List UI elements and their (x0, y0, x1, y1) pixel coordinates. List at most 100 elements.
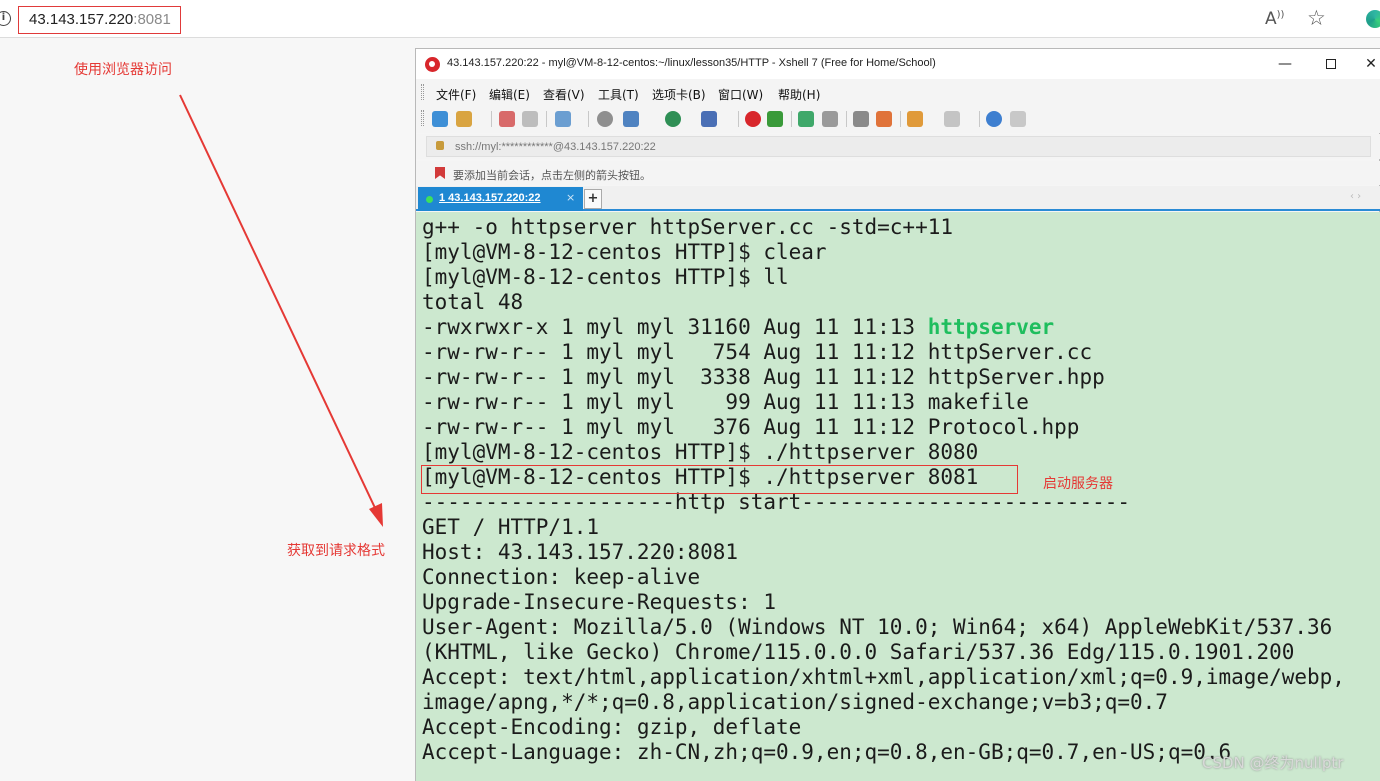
lock-icon (436, 141, 444, 150)
favorite-icon[interactable]: ☆ (1307, 6, 1326, 30)
hint-text: 要添加当前会话，点击左侧的箭头按钮。 (453, 169, 651, 182)
menu-file[interactable]: 文件(F) (436, 86, 476, 103)
toolbar-separator (738, 111, 739, 127)
start-server-note: 启动服务器 (1043, 476, 1113, 492)
lock-screen-icon[interactable] (822, 111, 838, 127)
title-bar: 43.143.157.220:22 - myl@VM-8-12-centos:~… (416, 49, 1380, 79)
terminal-line: Accept-Encoding: gzip, deflate (422, 715, 801, 740)
menu-bar: 文件(F) 编辑(E) 查看(V) 工具(T) 选项卡(B) 窗口(W) 帮助(… (416, 79, 1380, 105)
terminal-line-text: Upgrade-Insecure-Requests: 1 (422, 590, 777, 614)
menu-edit[interactable]: 编辑(E) (489, 86, 530, 103)
tab-scroll-arrows[interactable]: ‹ › (1350, 191, 1361, 202)
font-icon[interactable] (701, 111, 717, 127)
terminal-line-text: g++ -o httpserver httpServer.cc -std=c++… (422, 215, 954, 239)
split-view-icon[interactable] (944, 111, 960, 127)
properties-icon[interactable] (555, 111, 571, 127)
toolbar (416, 105, 1380, 133)
server-command-highlight (421, 465, 1018, 494)
url-port: :8081 (133, 11, 171, 28)
session-address: ssh://myl:************@43.143.157.220:22 (455, 141, 656, 153)
terminal-line: image/apng,*/*;q=0.8,application/signed-… (422, 690, 1168, 715)
terminal-line-text: User-Agent: Mozilla/5.0 (Windows NT 10.0… (422, 615, 1333, 639)
add-folder-icon[interactable] (907, 111, 923, 127)
watermark: CSDN @终为nullptr (1202, 754, 1344, 772)
help-icon[interactable] (986, 111, 1002, 127)
request-format-note: 获取到请求格式 (287, 543, 385, 559)
bookmark-icon[interactable] (435, 167, 445, 179)
terminal-line: [myl@VM-8-12-centos HTTP]$ clear (422, 240, 827, 265)
terminal-line: (KHTML, like Gecko) Chrome/115.0.0.0 Saf… (422, 640, 1294, 665)
menu-tabs[interactable]: 选项卡(B) (652, 86, 706, 103)
executable-filename: httpserver (927, 315, 1055, 339)
layout-icon[interactable] (623, 111, 639, 127)
open-folder-icon[interactable] (456, 111, 472, 127)
terminal-line: [myl@VM-8-12-centos HTTP]$ ./httpserver … (422, 440, 978, 465)
terminal-line: total 48 (422, 290, 523, 315)
globe-icon[interactable] (665, 111, 681, 127)
menu-tools[interactable]: 工具(T) (598, 86, 639, 103)
toolbar-grip (421, 110, 424, 126)
xshell-window: 43.143.157.220:22 - myl@VM-8-12-centos:~… (415, 48, 1380, 781)
toolbar-separator (546, 111, 547, 127)
menu-grip (421, 84, 424, 100)
menu-window[interactable]: 窗口(W) (718, 86, 763, 103)
read-aloud-icon[interactable]: A)) (1265, 9, 1284, 29)
session-address-field[interactable]: ssh://myl:************@43.143.157.220:22 (426, 136, 1371, 157)
keyboard-icon[interactable] (853, 111, 869, 127)
fullscreen-icon[interactable] (798, 111, 814, 127)
terminal-line: -rw-rw-r-- 1 myl myl 99 Aug 11 11:13 mak… (422, 390, 1029, 415)
terminal-line-text: [myl@VM-8-12-centos HTTP]$ ./httpserver … (422, 440, 979, 464)
toolbar-separator (588, 111, 589, 127)
maximize-button[interactable] (1316, 53, 1346, 75)
terminal-line-text: Accept-Encoding: gzip, deflate (422, 715, 802, 739)
terminal-line: [myl@VM-8-12-centos HTTP]$ ll (422, 265, 789, 290)
terminal-line: User-Agent: Mozilla/5.0 (Windows NT 10.0… (422, 615, 1332, 640)
minimize-button[interactable]: — (1270, 53, 1300, 75)
terminal-line-text: GET / HTTP/1.1 (422, 515, 600, 539)
browser-access-note: 使用浏览器访问 (74, 62, 172, 78)
session-tab[interactable]: 1 43.143.157.220:22 × (418, 187, 583, 211)
toolbar-separator (791, 111, 792, 127)
reconnect-icon[interactable] (522, 111, 538, 127)
xshell-icon[interactable] (745, 111, 761, 127)
new-session-icon[interactable] (432, 111, 448, 127)
menu-help[interactable]: 帮助(H) (778, 86, 820, 103)
toolbar-separator (979, 111, 980, 127)
highlight-icon[interactable] (876, 111, 892, 127)
toolbar-separator (491, 111, 492, 127)
terminal-line-text: -rw-rw-r-- 1 myl myl 754 Aug 11 11:12 ht… (422, 340, 1093, 364)
close-button[interactable]: ✕ (1356, 53, 1380, 75)
add-tab-button[interactable]: + (584, 189, 602, 209)
tab-bar: 1 43.143.157.220:22 × + ‹ › (416, 186, 1380, 211)
terminal-line-text: Connection: keep-alive (422, 565, 701, 589)
terminal-line-text: Accept-Language: zh-CN,zh;q=0.9,en;q=0.8… (422, 740, 1232, 764)
terminal-line-text: Host: 43.143.157.220:8081 (422, 540, 739, 564)
menu-view[interactable]: 查看(V) (543, 86, 585, 103)
xftp-icon[interactable] (767, 111, 783, 127)
terminal-line: Accept: text/html,application/xhtml+xml,… (422, 665, 1345, 690)
terminal-line: -rw-rw-r-- 1 myl myl 376 Aug 11 11:12 Pr… (422, 415, 1079, 440)
connected-status-icon (426, 196, 433, 203)
terminal-line: Upgrade-Insecure-Requests: 1 (422, 590, 776, 615)
session-tab-label: 1 43.143.157.220:22 (439, 192, 541, 204)
copilot-icon[interactable] (1366, 10, 1380, 28)
terminal-line: g++ -o httpserver httpServer.cc -std=c++… (422, 215, 953, 240)
toolbar-separator (846, 111, 847, 127)
terminal-line-text: -rw-rw-r-- 1 myl myl 376 Aug 11 11:12 Pr… (422, 415, 1080, 439)
terminal-line: -rw-rw-r-- 1 myl myl 754 Aug 11 11:12 ht… (422, 340, 1092, 365)
tab-close-icon[interactable]: × (566, 191, 575, 204)
terminal-line-text: image/apng,*/*;q=0.8,application/signed-… (422, 690, 1168, 714)
terminal[interactable]: g++ -o httpserver httpServer.cc -std=c++… (416, 212, 1380, 781)
toolbar-separator (900, 111, 901, 127)
search-icon[interactable] (597, 111, 613, 127)
terminal-line: -rwxrwxr-x 1 myl myl 31160 Aug 11 11:13 … (422, 315, 1054, 340)
info-icon[interactable]: i (0, 11, 11, 26)
chat-icon[interactable] (1010, 111, 1026, 127)
terminal-line: GET / HTTP/1.1 (422, 515, 599, 540)
terminal-line-text: -rw-rw-r-- 1 myl myl 99 Aug 11 11:13 mak… (422, 390, 1029, 414)
session-address-row: ssh://myl:************@43.143.157.220:22 (416, 134, 1380, 159)
disconnect-icon[interactable] (499, 111, 515, 127)
terminal-line: Connection: keep-alive (422, 565, 700, 590)
terminal-line-text: -rwxrwxr-x 1 myl myl 31160 Aug 11 11:13 (422, 315, 928, 339)
url-input[interactable]: 43.143.157.220:8081 (18, 6, 181, 34)
